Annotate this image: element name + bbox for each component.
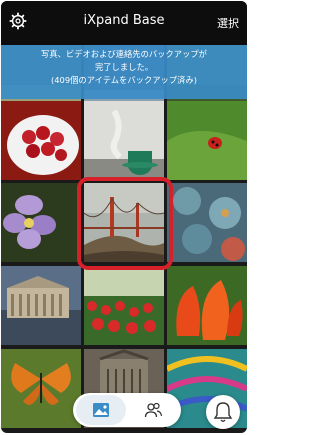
photo-thumbnail[interactable]: [167, 101, 247, 180]
photo-thumbnail[interactable]: [1, 101, 81, 180]
people-icon: [144, 402, 163, 418]
banner-line-2: 完了しました。: [94, 62, 154, 72]
bell-icon: [213, 402, 233, 422]
banner-line-1: 写真、ビデオおよび連絡先のバックアップが: [41, 49, 207, 59]
phone-screen: 写真、ビデオおよび連絡先のバックアップが 完了しました。 (409個のアイテムを…: [1, 1, 247, 433]
tab-photos[interactable]: [76, 395, 126, 425]
highlight-circle: [77, 177, 173, 270]
app-title: iXpand Base: [83, 13, 165, 28]
backup-complete-banner: 写真、ビデオおよび連絡先のバックアップが 完了しました。 (409個のアイテムを…: [1, 45, 247, 99]
bottom-tab-bar: [73, 393, 181, 427]
banner-line-3: (409個のアイテムをバックアップ済み): [51, 75, 197, 85]
photo-thumbnail[interactable]: [84, 266, 164, 345]
photo-thumbnail[interactable]: [1, 266, 81, 345]
photo-thumbnail[interactable]: [84, 101, 164, 180]
photo-thumbnail[interactable]: [167, 266, 247, 345]
top-navigation-bar: iXpand Base 選択: [1, 1, 247, 45]
photo-icon: [93, 403, 109, 417]
photo-thumbnail[interactable]: [167, 183, 247, 262]
photo-thumbnail[interactable]: [1, 349, 81, 428]
select-button[interactable]: 選択: [217, 15, 239, 31]
tab-contacts[interactable]: [128, 395, 178, 425]
photo-thumbnail[interactable]: [1, 183, 81, 262]
notifications-button[interactable]: [206, 395, 240, 429]
